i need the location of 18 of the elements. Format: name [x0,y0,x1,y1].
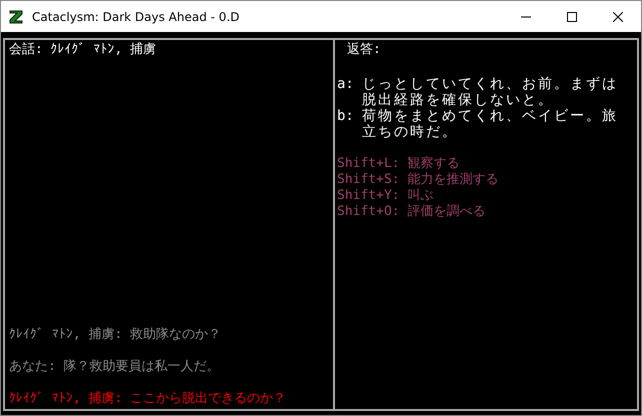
maximize-icon [567,12,577,22]
log-message: ｸﾚｲｸﾞ ﾏﾄﾝ, 捕虜: 救助隊なのか？ [9,327,222,343]
response-option[interactable]: じっとしていてくれ、お前。まずは脱出経路を確保しないと。 [362,76,621,108]
shortcut-key: Shift+S: [337,172,400,188]
conversation-heading: 会話: ｸﾚｲｸﾞ ﾏﾄﾝ, 捕虜 [9,42,158,58]
response-key[interactable]: a: [337,76,354,108]
close-icon [613,12,623,22]
response-key[interactable]: b: [337,108,354,140]
shortcut-key: Shift+O: [337,204,400,220]
responses-heading: 返答: [346,42,382,58]
app-icon [8,8,24,24]
log-message: あなた: 隊？救助要員は私一人だ。 [9,359,221,375]
window-title: Cataclysm: Dark Days Ahead - 0.D [32,10,240,24]
shortcut-key: Shift+Y: [337,188,400,204]
action-label[interactable]: 叫ぶ [408,188,434,204]
log-message: ｸﾚｲｸﾞ ﾏﾄﾝ, 捕虜: ここから脱出できるのか？ [9,391,288,407]
shortcut-key: Shift+L: [337,156,400,172]
response-option[interactable]: 荷物をまとめてくれ、ベイビー。旅立ちの時だ。 [362,108,621,140]
